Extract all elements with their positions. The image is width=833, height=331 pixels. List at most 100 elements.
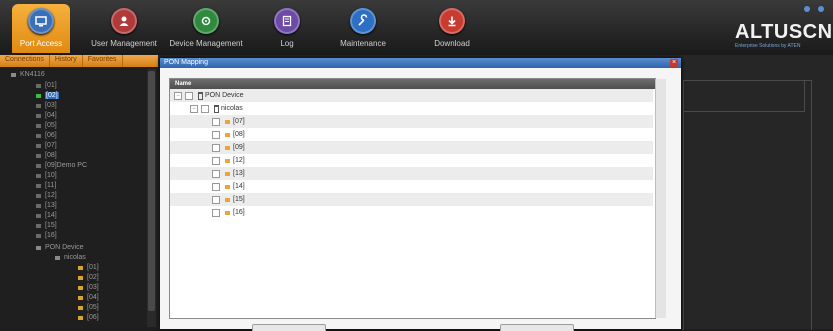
checkbox[interactable]	[185, 91, 193, 100]
tree-row-port[interactable]: [09]	[170, 141, 653, 154]
toolbar-port-access[interactable]: Port Access	[12, 4, 70, 53]
port-icon	[36, 103, 41, 108]
tree-row-port[interactable]: [14]	[170, 180, 653, 193]
collapse-icon[interactable]: −	[174, 91, 182, 100]
minimize-button[interactable]	[804, 6, 810, 12]
collapse-icon[interactable]: −	[190, 104, 198, 113]
port-icon	[36, 163, 41, 168]
brand-logo: ALTUSCN Enterprise Solutions by ATEN	[735, 22, 833, 49]
port-tree-scrollbar[interactable]	[147, 69, 156, 327]
tree-pon-port[interactable]: [01]	[78, 263, 99, 272]
tree-port-11[interactable]: [11]	[36, 181, 56, 190]
port-label: [02]	[45, 92, 59, 99]
tree-scrollbar[interactable]	[655, 79, 666, 318]
checkbox[interactable]	[212, 169, 220, 178]
tree-row-label: nicolas	[221, 105, 243, 112]
port-icon	[78, 275, 83, 280]
tree-row-port[interactable]: [15]	[170, 193, 653, 206]
tree-pon-port[interactable]: [02]	[78, 273, 99, 282]
tree-port-03[interactable]: [03]	[36, 101, 57, 110]
tree-row-label: PON Device	[205, 92, 244, 99]
tree-row-pon-device[interactable]: − PON Device	[170, 89, 653, 102]
port-icon	[225, 132, 230, 137]
port-icon	[36, 113, 41, 118]
tab-connections[interactable]: Connections	[0, 55, 50, 67]
tree-port-06[interactable]: [06]	[36, 131, 57, 140]
port-label: [05]	[87, 304, 99, 311]
tree-pon-port[interactable]: [04]	[78, 293, 99, 302]
tree-pon-user[interactable]: nicolas	[55, 253, 86, 262]
checkbox[interactable]	[212, 143, 220, 152]
tree-port-16[interactable]: [16]	[36, 231, 57, 240]
close-icon[interactable]: ×	[670, 59, 678, 67]
port-icon	[36, 143, 41, 148]
tree-row-port[interactable]: [12]	[170, 154, 653, 167]
tree-port-15[interactable]: [15]	[36, 221, 57, 230]
port-label: [04]	[87, 294, 99, 301]
tree-pon-port[interactable]: [03]	[78, 283, 99, 292]
port-icon	[36, 133, 41, 138]
port-icon	[78, 265, 83, 270]
port-icon	[36, 123, 41, 128]
ok-button[interactable]	[252, 324, 326, 331]
tree-row-port[interactable]: [07]	[170, 115, 653, 128]
tree-pon-port[interactable]: [06]	[78, 313, 99, 322]
tree-row-port[interactable]: [16]	[170, 206, 653, 219]
tree-row-user[interactable]: − nicolas	[170, 102, 653, 115]
tree-port-04[interactable]: [04]	[36, 111, 57, 120]
toolbar-download[interactable]: Download	[428, 4, 476, 53]
port-icon	[36, 93, 41, 98]
toolbar-device-management[interactable]: Device Management	[168, 4, 244, 53]
checkbox[interactable]	[212, 182, 220, 191]
checkbox[interactable]	[212, 117, 220, 126]
top-toolbar: Port Access User Management Device Manag…	[0, 0, 833, 55]
port-label: [06]	[87, 314, 99, 321]
checkbox[interactable]	[201, 104, 209, 113]
tree-row-port[interactable]: [08]	[170, 128, 653, 141]
tree-port-05[interactable]: [05]	[36, 121, 57, 130]
tree-root-device[interactable]: KN4116	[11, 70, 45, 79]
tree-port-07[interactable]: [07]	[36, 141, 57, 150]
tree-port-10[interactable]: [10]	[36, 171, 57, 180]
checkbox[interactable]	[212, 130, 220, 139]
port-label: [15]	[45, 222, 57, 229]
port-label: [12]	[45, 192, 57, 199]
close-window-button[interactable]	[818, 6, 824, 12]
tree-port-02[interactable]: [02]	[36, 91, 59, 100]
cancel-button[interactable]	[500, 324, 574, 331]
toolbar-label: Log	[280, 39, 294, 48]
monitor-icon	[28, 8, 54, 34]
tree-port-13[interactable]: [13]	[36, 201, 57, 210]
toolbar-log[interactable]: Log	[272, 4, 302, 53]
tab-history[interactable]: History	[50, 55, 83, 67]
scrollbar-thumb[interactable]	[148, 71, 155, 311]
port-icon	[225, 171, 230, 176]
tree-port-08[interactable]: [08]	[36, 151, 57, 160]
tab-favorites[interactable]: Favorites	[83, 55, 123, 67]
port-icon	[225, 197, 230, 202]
checkbox[interactable]	[212, 208, 220, 217]
checkbox[interactable]	[212, 195, 220, 204]
tree-port-09[interactable]: [09]Demo PC	[36, 161, 87, 170]
brand-tagline: Enterprise Solutions by ATEN	[735, 43, 801, 49]
toolbar-label: User Management	[91, 39, 157, 48]
toolbar-user-management[interactable]: User Management	[88, 4, 160, 53]
checkbox[interactable]	[212, 156, 220, 165]
tree-row-label: [08]	[233, 131, 245, 138]
tree-pon-device[interactable]: PON Device	[36, 243, 84, 252]
tree-pon-port[interactable]: [05]	[78, 303, 99, 312]
tree-port-12[interactable]: [12]	[36, 191, 57, 200]
preview-frame	[683, 80, 812, 330]
toolbar-label: Port Access	[19, 39, 63, 48]
port-label: [16]	[45, 232, 57, 239]
column-header-label: Name	[175, 81, 192, 87]
toolbar-label: Maintenance	[340, 39, 386, 48]
tree-port-14[interactable]: [14]	[36, 211, 57, 220]
tree-port-01[interactable]: [01]	[36, 81, 57, 90]
toolbar-maintenance[interactable]: Maintenance	[335, 4, 391, 53]
column-header-name[interactable]: Name	[170, 79, 655, 89]
port-label: [03]	[45, 102, 57, 109]
port-label: [08]	[45, 152, 57, 159]
tree-row-port[interactable]: [13]	[170, 167, 653, 180]
port-icon	[225, 119, 230, 124]
